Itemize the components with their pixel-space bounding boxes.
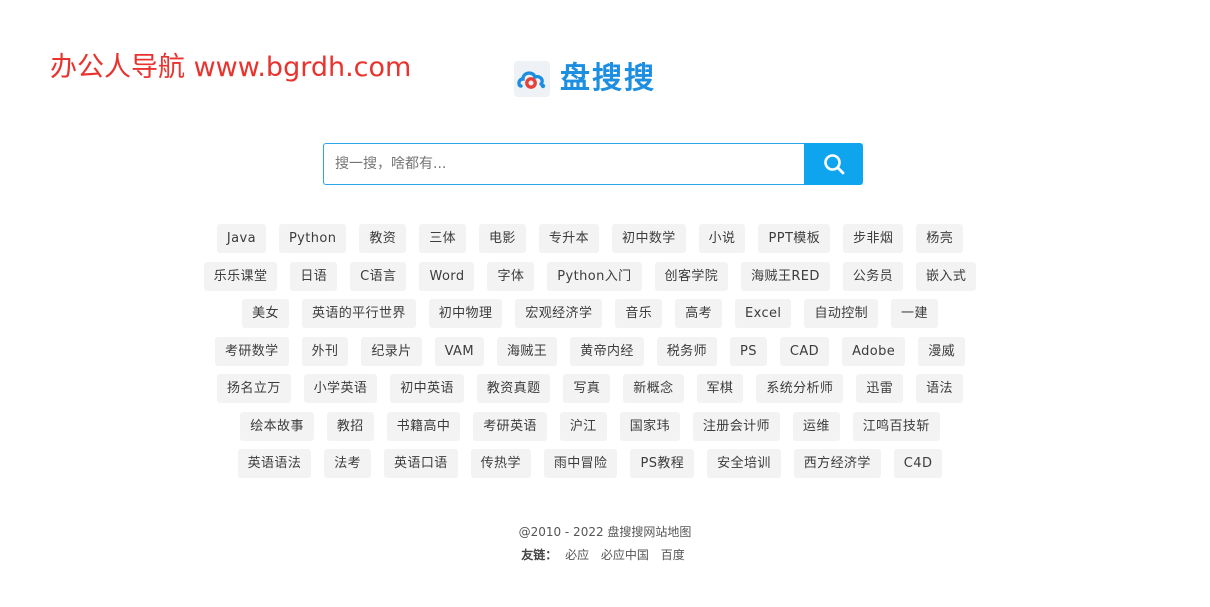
- tag-link[interactable]: 军棋: [696, 374, 744, 403]
- tag-link[interactable]: 乐乐课堂: [203, 261, 278, 291]
- copyright-text[interactable]: @2010 - 2022 盘搜搜网站地图: [0, 523, 1210, 541]
- tag-link[interactable]: 系统分析师: [756, 374, 844, 403]
- tag-link[interactable]: 扬名立万: [217, 374, 291, 403]
- tag-link[interactable]: CAD: [779, 336, 830, 366]
- tag-link[interactable]: 教资真题: [476, 374, 551, 403]
- tag-row: Java Python 教资 三体 电影 专升本 初中数学 小说 PPT模板 步…: [150, 224, 1030, 253]
- tag-link[interactable]: 海贼王RED: [741, 261, 830, 291]
- friend-link-bing-china[interactable]: 必应中国: [601, 548, 649, 562]
- search-icon: [823, 154, 844, 175]
- tag-link[interactable]: 初中英语: [390, 374, 464, 403]
- tag-link[interactable]: 税务师: [656, 336, 717, 366]
- tag-link[interactable]: 专升本: [538, 224, 600, 253]
- tag-link[interactable]: 自动控制: [804, 299, 879, 328]
- tag-link[interactable]: 新概念: [623, 374, 684, 403]
- site-logo[interactable]: 盘搜搜: [514, 60, 656, 98]
- tag-link[interactable]: Python: [278, 224, 347, 253]
- tag-link[interactable]: 日语: [290, 261, 338, 291]
- tag-link[interactable]: 嵌入式: [916, 261, 977, 291]
- tag-link[interactable]: 迅雷: [856, 374, 904, 403]
- tag-link[interactable]: 步非烟: [843, 224, 904, 253]
- tag-link[interactable]: Python入门: [547, 261, 642, 291]
- tag-link[interactable]: 法考: [324, 449, 372, 478]
- tag-link[interactable]: 一建: [891, 299, 938, 328]
- tag-link[interactable]: PS: [729, 336, 767, 366]
- watermark-text: 办公人导航 www.bgrdh.com: [50, 52, 412, 83]
- tag-link[interactable]: 美女: [242, 299, 289, 328]
- tag-link[interactable]: 绘本故事: [240, 411, 314, 441]
- search-input[interactable]: [323, 143, 804, 185]
- tag-link[interactable]: 初中物理: [428, 299, 503, 328]
- tag-link[interactable]: 海贼王: [496, 336, 558, 366]
- tag-link[interactable]: 音乐: [615, 299, 663, 328]
- tag-link[interactable]: 英语的平行世界: [301, 299, 416, 328]
- tag-link[interactable]: 注册会计师: [692, 411, 780, 441]
- tag-link[interactable]: 运维: [792, 411, 840, 441]
- tag-link[interactable]: 国家玮: [619, 411, 680, 441]
- tag-row: 乐乐课堂 日语 C语言 Word 字体 Python入门 创客学院 海贼王RED…: [150, 261, 1030, 291]
- tag-link[interactable]: 英语口语: [384, 449, 458, 478]
- tag-link[interactable]: 考研英语: [473, 411, 547, 441]
- tag-row: 英语语法 法考 英语口语 传热学 雨中冒险 PS教程 安全培训 西方经济学 C4…: [150, 449, 1030, 478]
- tag-link[interactable]: 漫威: [918, 336, 966, 366]
- tag-link[interactable]: 外刊: [301, 336, 349, 366]
- tag-link[interactable]: 宏观经济学: [515, 299, 603, 328]
- tag-link[interactable]: 西方经济学: [793, 449, 881, 478]
- tag-link[interactable]: 电影: [479, 224, 526, 253]
- tag-link[interactable]: Word: [419, 261, 475, 291]
- tag-link[interactable]: 传热学: [470, 449, 531, 478]
- tag-link[interactable]: 沪江: [559, 411, 607, 441]
- cloud-search-logo-icon: [514, 61, 550, 97]
- tag-row: 考研数学 外刊 纪录片 VAM 海贼王 黄帝内经 税务师 PS CAD Adob…: [150, 336, 1030, 366]
- tag-link[interactable]: 书籍高中: [386, 411, 461, 441]
- tag-link[interactable]: VAM: [434, 336, 484, 366]
- friend-link-bing[interactable]: 必应: [565, 548, 589, 562]
- tag-link[interactable]: 英语语法: [237, 449, 312, 478]
- tag-link[interactable]: 字体: [487, 261, 535, 291]
- tag-link[interactable]: 雨中冒险: [543, 449, 618, 478]
- tag-link[interactable]: 高考: [675, 299, 722, 328]
- tag-link[interactable]: 小学英语: [303, 374, 378, 403]
- tag-link[interactable]: Java: [216, 224, 266, 253]
- tag-link[interactable]: 初中数学: [612, 224, 686, 253]
- tag-link[interactable]: 语法: [916, 374, 963, 403]
- friend-links: 友链： 必应 必应中国 百度: [0, 546, 1210, 564]
- tag-link[interactable]: C4D: [893, 449, 943, 478]
- tag-row: 绘本故事 教招 书籍高中 考研英语 沪江 国家玮 注册会计师 运维 江鸣百技斩: [150, 411, 1030, 441]
- tag-link[interactable]: PS教程: [630, 449, 695, 478]
- search-button[interactable]: [804, 143, 863, 185]
- tag-link[interactable]: Adobe: [842, 336, 906, 366]
- tag-link[interactable]: Excel: [735, 299, 792, 328]
- tag-link[interactable]: 写真: [563, 374, 611, 403]
- tag-row: 美女 英语的平行世界 初中物理 宏观经济学 音乐 高考 Excel 自动控制 一…: [150, 299, 1030, 328]
- tag-link[interactable]: 教招: [326, 411, 374, 441]
- tag-link[interactable]: 三体: [419, 224, 467, 253]
- tag-link[interactable]: 教资: [359, 224, 407, 253]
- tag-link[interactable]: 黄帝内经: [570, 336, 644, 366]
- tag-link[interactable]: 考研数学: [214, 336, 289, 366]
- tag-link[interactable]: 杨亮: [916, 224, 964, 253]
- hot-tags: Java Python 教资 三体 电影 专升本 初中数学 小说 PPT模板 步…: [150, 224, 1030, 487]
- tag-link[interactable]: PPT模板: [758, 224, 831, 253]
- friend-links-label: 友链：: [521, 548, 558, 562]
- logo-text: 盘搜搜: [560, 61, 656, 96]
- tag-link[interactable]: 纪录片: [361, 336, 422, 366]
- tag-link[interactable]: 小说: [698, 224, 746, 253]
- tag-link[interactable]: C语言: [350, 261, 407, 291]
- tag-row: 扬名立万 小学英语 初中英语 教资真题 写真 新概念 军棋 系统分析师 迅雷 语…: [150, 374, 1030, 403]
- tag-link[interactable]: 安全培训: [707, 449, 781, 478]
- tag-link[interactable]: 公务员: [842, 261, 904, 291]
- tag-link[interactable]: 创客学院: [654, 261, 729, 291]
- tag-link[interactable]: 江鸣百技斩: [852, 411, 940, 441]
- search-bar: [323, 143, 863, 185]
- friend-link-baidu[interactable]: 百度: [661, 548, 685, 562]
